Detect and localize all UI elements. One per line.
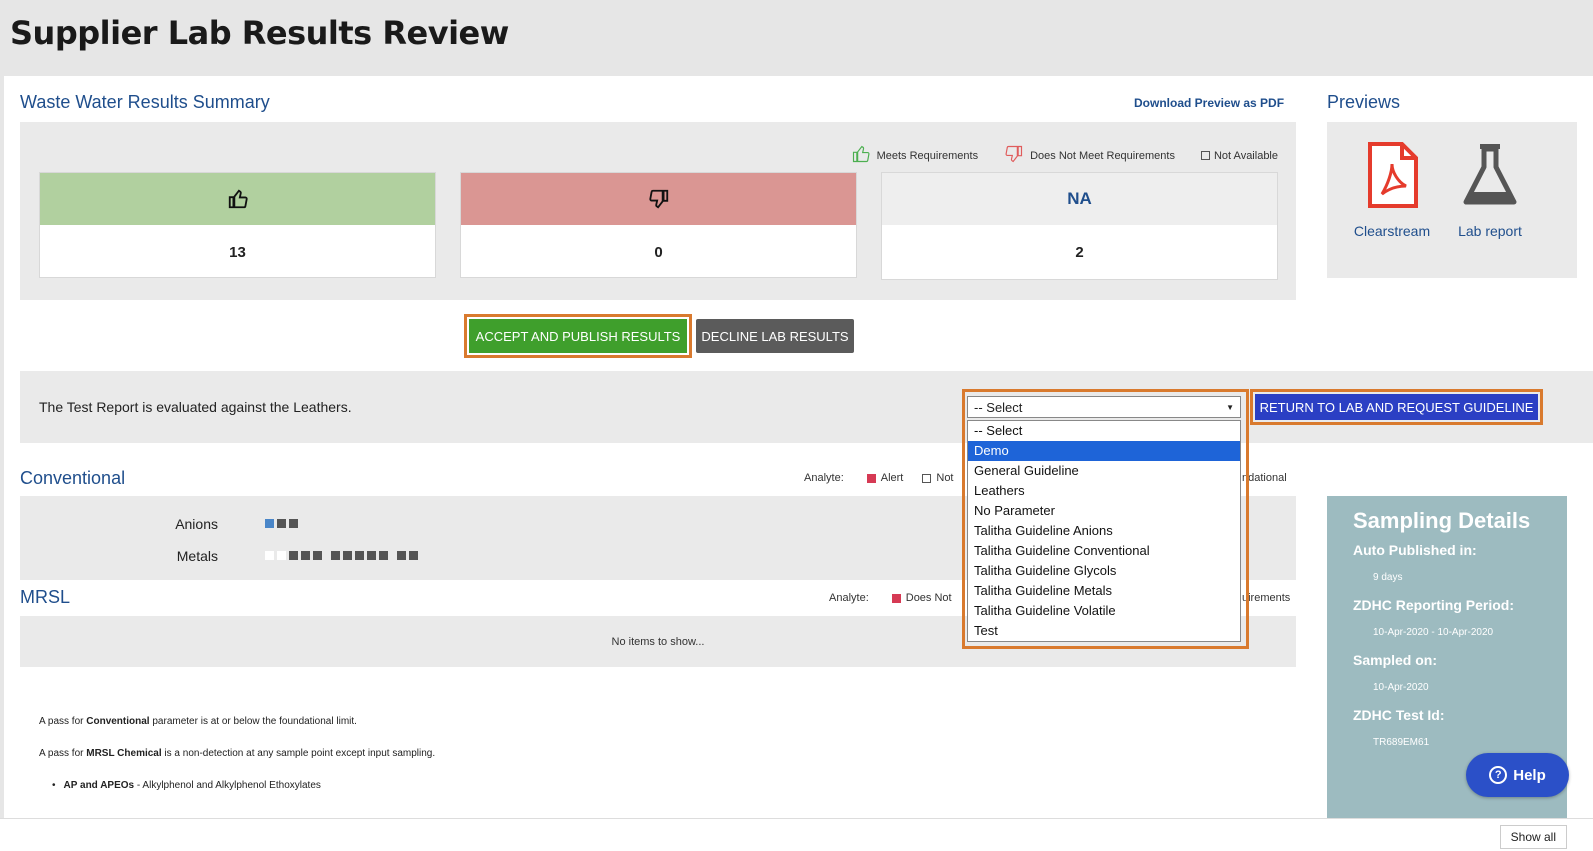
meets-count: 13 — [229, 243, 246, 261]
help-label: Help — [1513, 766, 1546, 784]
sampling-title: Sampling Details — [1353, 508, 1531, 533]
accept-publish-button[interactable]: ACCEPT AND PUBLISH RESULTS — [469, 319, 687, 353]
dropdown-option[interactable]: Talitha Guideline Volatile — [968, 601, 1240, 621]
previews-box: Clearstream Lab report — [1327, 122, 1577, 278]
flask-icon — [1458, 144, 1522, 214]
conventional-title: Conventional — [20, 468, 126, 488]
thumbs-up-icon — [40, 173, 435, 225]
thumbs-down-icon — [461, 173, 856, 225]
dropdown-option[interactable]: General Guideline — [968, 461, 1240, 481]
thumbs-up-icon — [851, 144, 871, 167]
summary-box: Meets Requirements Does Not Meet Require… — [20, 122, 1296, 300]
summary-legend: Meets Requirements Does Not Meet Require… — [851, 144, 1278, 167]
alert-icon — [866, 473, 876, 483]
empty-square-icon — [922, 473, 932, 483]
pdf-icon — [1360, 142, 1424, 214]
analyte-dot[interactable] — [313, 551, 322, 560]
dropdown-option[interactable]: Leathers — [968, 481, 1240, 501]
guideline-text: The Test Report is evaluated against the… — [39, 399, 352, 415]
preview-label: Lab report — [1458, 223, 1522, 239]
legend-not-meet-label: Does Not Meet Requirements — [1030, 149, 1175, 162]
previews-title: Previews — [1327, 92, 1401, 112]
summary-title: Waste Water Results Summary — [20, 92, 270, 112]
select-value: -- Select — [974, 400, 1023, 415]
not-meet-card: 0 — [460, 172, 857, 278]
analyte-dot[interactable] — [277, 519, 286, 528]
question-icon: ? — [1489, 766, 1508, 784]
dropdown-option[interactable]: No Parameter — [968, 501, 1240, 521]
mrsl-analyte-legend: Analyte: Does Not — [829, 592, 952, 604]
analyte-dot[interactable] — [265, 519, 274, 528]
analyte-dot[interactable] — [289, 519, 298, 528]
analyte-dot[interactable] — [265, 551, 274, 560]
na-count: 2 — [1075, 243, 1084, 261]
mrsl-title: MRSL — [20, 587, 71, 607]
help-button[interactable]: ? Help — [1466, 753, 1569, 797]
analyte-dot[interactable] — [343, 551, 352, 560]
analyte-dot[interactable] — [277, 551, 286, 560]
anions-analytes — [265, 519, 298, 528]
legend-not-label: Not — [936, 472, 954, 484]
test-id-label: ZDHC Test Id: — [1353, 707, 1445, 723]
row-label-anions: Anions — [175, 516, 218, 532]
na-label: NA — [882, 173, 1277, 225]
analyte-dot[interactable] — [379, 551, 388, 560]
main-panel: Waste Water Results Summary Download Pre… — [4, 76, 1593, 818]
not-meet-count: 0 — [654, 243, 663, 261]
row-label-metals: Metals — [176, 548, 218, 564]
legend-na-label: Not Available — [1213, 149, 1278, 162]
legend-doesnot-label: Does Not — [905, 592, 952, 604]
dropdown-option[interactable]: Test — [968, 621, 1240, 641]
dropdown-option[interactable]: Talitha Guideline Glycols — [968, 561, 1240, 581]
analyte-label: Analyte: — [829, 592, 869, 604]
analyte-dot[interactable] — [331, 551, 340, 560]
dropdown-option[interactable]: Demo — [968, 441, 1240, 461]
analyte-dot[interactable] — [289, 551, 298, 560]
metals-analytes — [265, 551, 418, 560]
analyte-label: Analyte: — [804, 472, 844, 484]
preview-lab-report[interactable]: Lab report — [1440, 140, 1540, 239]
show-all-button[interactable]: Show all — [1499, 825, 1567, 849]
period-value: 10-Apr-2020 - 10-Apr-2020 — [1373, 627, 1494, 638]
return-to-lab-button[interactable]: RETURN TO LAB AND REQUEST GUIDELINE — [1255, 394, 1538, 420]
test-id-value: TR689EM61 — [1373, 737, 1430, 748]
download-pdf-link[interactable]: Download Preview as PDF — [1134, 96, 1284, 110]
does-not-meet-icon — [891, 593, 901, 603]
auto-published-label: Auto Published in: — [1353, 542, 1477, 558]
note-mrsl: A pass for MRSL Chemical is a non-detect… — [39, 748, 436, 759]
sampled-label: Sampled on: — [1353, 652, 1438, 668]
analyte-dot[interactable] — [409, 551, 418, 560]
sampled-value: 10-Apr-2020 — [1373, 682, 1429, 693]
conventional-analyte-legend: Analyte: Alert Not — [804, 472, 954, 484]
legend-alert-label: Alert — [880, 472, 904, 484]
analyte-dot[interactable] — [301, 551, 310, 560]
analyte-dot[interactable] — [355, 551, 364, 560]
bottom-bar: Show all — [0, 818, 1593, 851]
dropdown-option[interactable]: Talitha Guideline Metals — [968, 581, 1240, 601]
period-label: ZDHC Reporting Period: — [1353, 597, 1514, 613]
thumbs-down-icon — [1004, 144, 1024, 167]
guideline-dropdown: -- Select Demo General Guideline Leather… — [967, 420, 1241, 642]
note-conventional: A pass for Conventional parameter is at … — [39, 716, 357, 727]
mrsl-legend-tail: uirements — [1242, 592, 1291, 604]
dropdown-option[interactable]: Talitha Guideline Anions — [968, 521, 1240, 541]
chevron-down-icon: ▼ — [1226, 403, 1234, 412]
dropdown-option[interactable]: -- Select — [968, 421, 1240, 441]
not-available-icon — [1200, 151, 1210, 160]
preview-clearstream[interactable]: Clearstream — [1342, 140, 1442, 239]
guideline-select[interactable]: -- Select ▼ — [967, 396, 1241, 418]
analyte-dot[interactable] — [367, 551, 376, 560]
meets-card: 13 — [39, 172, 436, 278]
page-title: Supplier Lab Results Review — [10, 14, 509, 52]
note-bullet: • AP and APEOs - Alkylphenol and Alkylphe… — [52, 780, 321, 791]
legend-meets-label: Meets Requirements — [876, 149, 979, 162]
analyte-dot[interactable] — [397, 551, 406, 560]
auto-published-value: 9 days — [1373, 572, 1403, 583]
dropdown-option[interactable]: Talitha Guideline Conventional — [968, 541, 1240, 561]
decline-results-button[interactable]: DECLINE LAB RESULTS — [696, 319, 854, 353]
preview-label: Clearstream — [1353, 223, 1431, 239]
na-card: NA 2 — [881, 172, 1278, 280]
